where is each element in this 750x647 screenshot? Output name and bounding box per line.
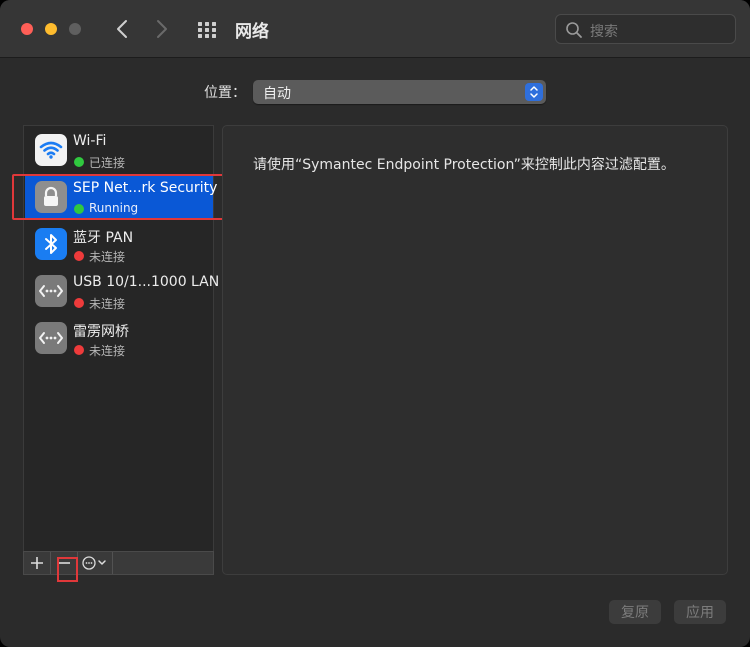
search-placeholder: 搜索	[590, 24, 618, 40]
chevron-right-icon	[157, 20, 167, 38]
service-status: 未连接	[89, 250, 126, 264]
network-preferences-window: 网络 搜索 位置： 自动 Wi-Fi 已连接 SEP Net...rk Secu…	[0, 0, 750, 647]
service-list-toolbar	[23, 551, 214, 575]
titlebar: 网络 搜索	[0, 0, 750, 58]
window-title: 网络	[235, 22, 269, 42]
chevron-updown-icon	[525, 83, 543, 101]
annotation-highlight-remove-button	[57, 557, 78, 582]
ellipsis-circle-icon	[82, 556, 106, 570]
grid-icon	[198, 22, 216, 38]
revert-button[interactable]: 复原	[609, 600, 661, 624]
bluetooth-icon	[35, 228, 67, 260]
status-dot	[74, 251, 84, 261]
forward-button[interactable]	[150, 16, 174, 42]
back-button[interactable]	[110, 16, 134, 42]
search-input[interactable]: 搜索	[555, 14, 736, 44]
content-filter-message: 请使用“Symantec Endpoint Protection”来控制此内容过…	[253, 157, 675, 173]
add-service-button[interactable]	[24, 552, 51, 574]
annotation-highlight-selected-service	[12, 174, 237, 220]
plus-icon	[31, 557, 43, 569]
service-name: 雷雳网桥	[73, 324, 129, 340]
service-status: 未连接	[89, 297, 126, 311]
apply-button[interactable]: 应用	[674, 600, 726, 624]
close-button[interactable]	[21, 23, 33, 35]
service-status: 未连接	[89, 344, 126, 358]
location-select[interactable]: 自动	[253, 80, 546, 104]
minimize-button[interactable]	[45, 23, 57, 35]
ethernet-icon	[35, 275, 67, 307]
service-item-thunderbolt-bridge[interactable]: 雷雳网桥 未连接	[25, 315, 213, 361]
status-dot	[74, 298, 84, 308]
action-menu-button[interactable]	[78, 552, 113, 574]
service-name: 蓝牙 PAN	[73, 230, 134, 246]
ethernet-icon	[35, 322, 67, 354]
status-dot	[74, 157, 84, 167]
chevron-left-icon	[117, 20, 127, 38]
service-item-usb-lan[interactable]: USB 10/1...1000 LAN 未连接	[25, 268, 219, 314]
service-item-wifi[interactable]: Wi-Fi 已连接	[25, 127, 213, 173]
location-value: 自动	[263, 86, 291, 102]
show-all-button[interactable]	[196, 19, 218, 41]
detail-pane: 请使用“Symantec Endpoint Protection”来控制此内容过…	[222, 125, 728, 575]
service-name: USB 10/1...1000 LAN	[73, 274, 220, 290]
wifi-icon	[35, 134, 67, 166]
zoom-button[interactable]	[69, 23, 81, 35]
location-label: 位置：	[204, 85, 246, 101]
service-item-bluetooth-pan[interactable]: 蓝牙 PAN 未连接	[25, 221, 213, 267]
service-name: Wi-Fi	[73, 133, 107, 149]
search-icon	[566, 22, 582, 38]
status-dot	[74, 345, 84, 355]
service-status: 已连接	[89, 156, 126, 170]
